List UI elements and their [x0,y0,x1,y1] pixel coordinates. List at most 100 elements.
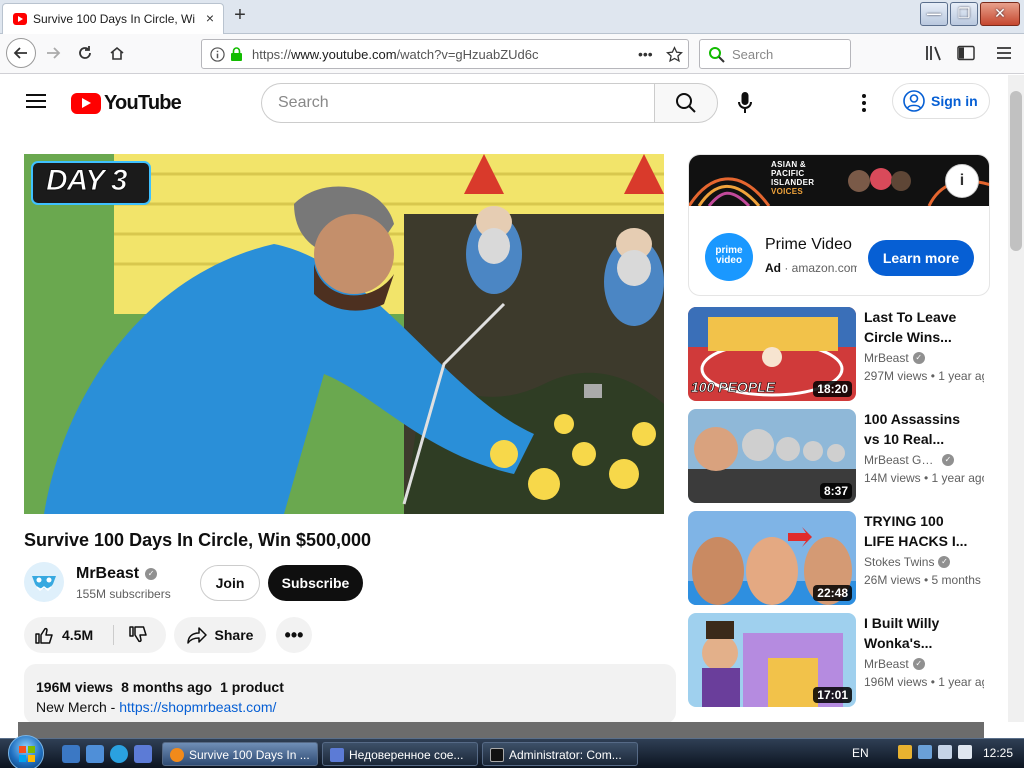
like-count: 4.5M [62,627,94,643]
recommended-title[interactable]: TRYING 100 LIFE HACKS I... [864,511,974,551]
recommended-channel[interactable]: Stokes Twins ✓ [864,555,951,569]
ad-card[interactable]: ASIAN & PACIFIC ISLANDER VOICES i prime … [688,154,990,296]
recommended-thumbnail[interactable]: 22:48 [688,511,856,605]
close-window-button[interactable]: ✕ [980,2,1020,26]
hamburger-menu-icon[interactable] [996,46,1012,60]
sign-in-button[interactable]: Sign in [892,83,990,119]
scrollbar-thumb[interactable] [1010,91,1022,251]
subscriber-count: 155M subscribers [76,587,171,601]
youtube-favicon-icon [13,13,27,25]
video-player[interactable]: DAY 3 [24,154,664,514]
url-bar[interactable]: https://www.youtube.com/watch?v=gHzuabZU… [201,39,689,69]
volume-icon[interactable] [958,745,972,759]
recommended-title[interactable]: Last To Leave Circle Wins... [864,307,974,347]
minimize-button[interactable]: — [920,2,948,26]
description-box[interactable]: 196M views 8 months ago 1 product New Me… [24,664,676,724]
windows-logo-icon [19,746,35,762]
recommended-channel[interactable]: MrBeast ✓ [864,351,925,365]
home-button[interactable] [102,38,132,68]
recommended-video[interactable]: 8:37 100 Assassins vs 10 Real... MrBeast… [688,409,990,503]
internet-explorer-icon[interactable] [110,745,128,763]
taskbar-item-firefox[interactable]: Survive 100 Days In ... [162,742,318,766]
verified-badge-icon: ✓ [145,568,158,580]
close-icon: ✕ [994,5,1006,21]
more-actions-button[interactable]: ••• [276,617,312,653]
join-button[interactable]: Join [200,565,260,601]
language-indicator[interactable]: EN [852,746,869,760]
like-button[interactable]: 4.5M [34,617,93,653]
ad-info-button[interactable]: i [945,164,979,198]
youtube-logo[interactable]: YouTube [71,92,182,115]
browser-search-bar[interactable]: Search [699,39,851,69]
product-count: 1 product [220,679,284,695]
search-input[interactable]: Search [261,83,655,123]
start-button[interactable] [8,735,44,768]
recommended-video[interactable]: 22:48 TRYING 100 LIFE HACKS I... Stokes … [688,511,990,605]
page-actions-menu-icon[interactable]: ••• [638,46,653,62]
recommended-channel[interactable]: MrBeast Gaming ✓ [864,453,954,467]
taskbar-clock[interactable]: 12:25 [983,746,1013,760]
new-tab-button[interactable]: + [229,5,251,27]
restore-button[interactable]: ❐ [950,2,978,26]
learn-more-button[interactable]: Learn more [868,240,974,276]
taskbar-item-label: Недоверенное сое... [349,748,464,762]
channel-name[interactable]: MrBeast ✓ [76,565,158,583]
description-merch-line: New Merch - https://shopmrbeast.com/ [36,699,276,715]
settings-kebab-icon[interactable] [861,93,867,113]
firefox-icon [170,748,184,762]
search-icon [676,93,696,113]
thumbs-up-icon [35,627,53,644]
browser-search-placeholder: Search [732,47,774,62]
ad-banner[interactable]: ASIAN & PACIFIC ISLANDER VOICES i [689,155,989,206]
security-shield-icon[interactable] [898,745,912,759]
ad-banner-text: ASIAN & PACIFIC ISLANDER VOICES [771,160,814,196]
library-icon[interactable] [925,45,943,61]
back-button[interactable] [6,38,36,68]
tab-close-icon[interactable]: × [201,9,219,27]
recommended-channel[interactable]: MrBeast ✓ [864,657,925,671]
guide-menu-icon[interactable] [26,93,46,109]
switch-windows-icon[interactable] [86,745,104,763]
search-button[interactable] [654,83,718,123]
reload-button[interactable] [70,38,100,68]
recommended-video[interactable]: 17:01 I Built Willy Wonka's... MrBeast ✓ … [688,613,990,707]
thumbnail-caption: 100 PEOPLE [691,379,776,396]
sidebar-icon[interactable] [957,45,975,61]
quick-launch-app-icon[interactable] [134,745,152,763]
recommended-meta: 297M views • 1 year ago [864,369,984,383]
channel-avatar[interactable] [24,562,64,602]
prime-logo-line: video [715,255,743,266]
display-icon[interactable] [938,745,952,759]
merch-link[interactable]: https://shopmrbeast.com/ [119,699,276,715]
recommended-title[interactable]: I Built Willy Wonka's... [864,613,974,653]
video-frame [24,154,664,514]
dislike-button[interactable] [126,623,150,647]
share-button[interactable]: Share [174,617,266,653]
recommended-thumbnail[interactable]: 17:01 [688,613,856,707]
taskbar-item-command-prompt[interactable]: Administrator: Com... [482,742,638,766]
channel-name-text: MrBeast [76,565,140,582]
prime-video-logo[interactable]: prime video [705,233,753,281]
show-desktop-icon[interactable] [62,745,80,763]
horizontal-scrollbar[interactable] [18,722,984,738]
recommended-title[interactable]: 100 Assassins vs 10 Real... [864,409,974,449]
recommended-thumbnail[interactable]: 100 PEOPLE 18:20 [688,307,856,401]
subscribe-button[interactable]: Subscribe [268,565,363,601]
recommended-video[interactable]: 100 PEOPLE 18:20 Last To Leave Circle Wi… [688,307,990,401]
forward-button[interactable] [38,38,68,68]
browser-tab-youtube[interactable]: Survive 100 Days In Circle, Win $500,000… [2,3,224,34]
network-icon[interactable] [918,745,932,759]
recommended-thumbnail[interactable]: 8:37 [688,409,856,503]
upload-age: 8 months ago [121,679,213,695]
bookmark-star-icon[interactable] [666,46,683,63]
microphone-icon[interactable] [737,91,753,115]
ad-advertiser-name[interactable]: Prime Video [765,236,852,254]
view-count: 196M views [36,679,114,695]
taskbar-item-untrusted-connection[interactable]: Недоверенное сое... [322,742,478,766]
windows-taskbar: Survive 100 Days In ... Недоверенное сое… [0,735,1024,768]
youtube-logo-text: YouTube [104,92,182,114]
ad-banner-line: VOICES [771,187,804,196]
vertical-scrollbar[interactable] [1008,75,1024,722]
mrbeast-avatar-icon [24,562,64,602]
info-icon[interactable] [210,47,225,62]
